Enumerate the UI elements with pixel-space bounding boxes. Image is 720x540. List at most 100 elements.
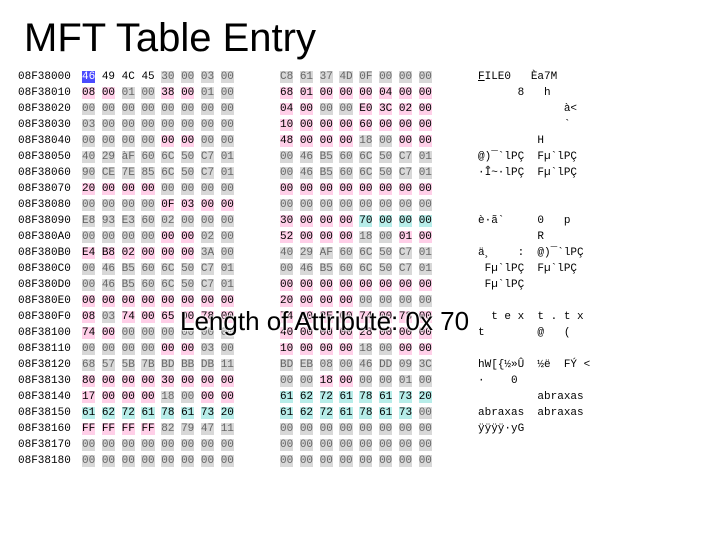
hex-bytes-right: 61 62 72 61 78 61 73 20 <box>280 389 464 405</box>
hex-bytes-left: 00 00 00 00 00 00 00 00 <box>82 453 266 469</box>
hex-ascii: à< <box>478 101 638 117</box>
hex-bytes-left: 68 57 5B 7B BD BB DB 11 <box>82 357 266 373</box>
hex-offset: 08F38020 <box>18 101 82 117</box>
hex-row: 08F3802000 00 00 00 00 00 00 00 04 00 00… <box>18 101 702 117</box>
hex-row: 08F3803003 00 00 00 00 00 00 00 10 00 00… <box>18 117 702 133</box>
hex-ascii <box>478 181 638 197</box>
hex-offset: 08F38010 <box>18 85 82 101</box>
hex-row: 08F380F008 03 74 00 65 00 78 00 74 00 2E… <box>18 309 702 325</box>
hex-bytes-left: 00 46 B5 60 6C 50 C7 01 <box>82 277 266 293</box>
hex-bytes-left: 61 62 72 61 78 61 73 20 <box>82 405 266 421</box>
hex-offset: 08F38180 <box>18 453 82 469</box>
hex-offset: 08F38140 <box>18 389 82 405</box>
hex-bytes-right: 00 00 00 00 00 00 00 00 <box>280 197 464 213</box>
hex-bytes-left: 00 00 00 00 00 00 00 00 <box>82 101 266 117</box>
hex-bytes-right: 00 00 00 00 00 00 00 00 <box>280 421 464 437</box>
hex-bytes-left: E8 93 E3 60 02 00 00 00 <box>82 213 266 229</box>
hex-row: 08F3810074 00 00 00 00 00 00 00 40 00 00… <box>18 325 702 341</box>
hex-row: 08F3808000 00 00 00 0F 03 00 00 00 00 00… <box>18 197 702 213</box>
hex-bytes-right: 48 00 00 00 18 00 00 00 <box>280 133 464 149</box>
hex-offset: 08F38100 <box>18 325 82 341</box>
hex-ascii: 8 h <box>478 85 638 101</box>
hex-row: 08F380B0E4 B8 02 00 00 00 3A 00 40 29 AF… <box>18 245 702 261</box>
hex-bytes-left: 74 00 00 00 00 00 00 00 <box>82 325 266 341</box>
hex-ascii <box>478 197 638 213</box>
hex-bytes-right: 40 00 00 00 28 00 00 00 <box>280 325 464 341</box>
hex-offset: 08F380C0 <box>18 261 82 277</box>
hex-ascii: t @ ( <box>478 325 638 341</box>
hex-ascii: Fµ`lPÇ <box>478 277 638 293</box>
hex-row: 08F38160FF FF FF FF 82 79 47 11 00 00 00… <box>18 421 702 437</box>
hex-offset: 08F38080 <box>18 197 82 213</box>
hex-row: 08F380D000 46 B5 60 6C 50 C7 01 00 00 00… <box>18 277 702 293</box>
hex-bytes-right: 74 00 2E 00 74 00 78 00 <box>280 309 464 325</box>
hex-bytes-right: 00 00 00 00 00 00 00 00 <box>280 277 464 293</box>
hex-ascii: · 0 <box>478 373 638 389</box>
hex-row: 08F3812068 57 5B 7B BD BB DB 11 BD EB 08… <box>18 357 702 373</box>
hex-offset: 08F38040 <box>18 133 82 149</box>
hex-ascii: ·Î~·lPÇ Fµ`lPÇ <box>478 165 638 181</box>
hex-bytes-right: 00 46 B5 60 6C 50 C7 01 <box>280 261 464 277</box>
hex-bytes-left: 00 00 00 00 0F 03 00 00 <box>82 197 266 213</box>
hex-bytes-left: 00 00 00 00 00 00 03 00 <box>82 341 266 357</box>
hex-ascii: FILE0 Èa7M <box>478 69 638 85</box>
hex-row: 08F3804000 00 00 00 00 00 00 00 48 00 00… <box>18 133 702 149</box>
hex-bytes-left: 46 49 4C 45 30 00 03 00 <box>82 69 266 85</box>
hex-ascii <box>478 341 638 357</box>
hex-ascii: ä¸ : @)¯`lPÇ <box>478 245 638 261</box>
hex-ascii: Fµ`lPÇ Fµ`lPÇ <box>478 261 638 277</box>
hex-bytes-left: 90 CE 7E 85 6C 50 C7 01 <box>82 165 266 181</box>
hex-bytes-right: 00 00 18 00 00 00 01 00 <box>280 373 464 389</box>
slide-title: MFT Table Entry <box>0 0 720 65</box>
hex-row: 08F3801008 00 01 00 38 00 01 00 68 01 00… <box>18 85 702 101</box>
hex-bytes-right: 04 00 00 00 E0 3C 02 00 <box>280 101 464 117</box>
hex-bytes-right: 61 62 72 61 78 61 73 00 <box>280 405 464 421</box>
hex-row: 08F3805040 29 àF 60 6C 50 C7 01 00 46 B5… <box>18 149 702 165</box>
hex-bytes-right: 30 00 00 00 70 00 00 00 <box>280 213 464 229</box>
hex-ascii <box>478 437 638 453</box>
hex-offset: 08F38150 <box>18 405 82 421</box>
hex-row: 08F380A000 00 00 00 00 00 02 00 52 00 00… <box>18 229 702 245</box>
hex-offset: 08F38030 <box>18 117 82 133</box>
hex-bytes-left: 03 00 00 00 00 00 00 00 <box>82 117 266 133</box>
hex-row: 08F3806090 CE 7E 85 6C 50 C7 01 00 46 B5… <box>18 165 702 181</box>
hex-offset: 08F380B0 <box>18 245 82 261</box>
hex-offset: 08F380A0 <box>18 229 82 245</box>
hex-bytes-right: 68 01 00 00 00 04 00 00 <box>280 85 464 101</box>
hex-bytes-left: 00 00 00 00 00 00 00 00 <box>82 133 266 149</box>
hex-bytes-left: 40 29 àF 60 6C 50 C7 01 <box>82 149 266 165</box>
hex-row: 08F3818000 00 00 00 00 00 00 00 00 00 00… <box>18 453 702 469</box>
hex-offset: 08F38090 <box>18 213 82 229</box>
hex-offset: 08F380E0 <box>18 293 82 309</box>
hex-ascii: ` <box>478 117 638 133</box>
hex-bytes-left: 08 03 74 00 65 00 78 00 <box>82 309 266 325</box>
hex-bytes-right: 00 46 B5 60 6C 50 C7 01 <box>280 149 464 165</box>
hex-offset: 08F380D0 <box>18 277 82 293</box>
hex-row: 08F3817000 00 00 00 00 00 00 00 00 00 00… <box>18 437 702 453</box>
slide: MFT Table Entry 08F3800046 49 4C 45 30 0… <box>0 0 720 540</box>
hex-row: 08F3813080 00 00 00 30 00 00 00 00 00 18… <box>18 373 702 389</box>
hex-ascii: R <box>478 229 638 245</box>
hex-offset: 08F38110 <box>18 341 82 357</box>
hex-bytes-right: 40 29 AF 60 6C 50 C7 01 <box>280 245 464 261</box>
hex-bytes-right: 52 00 00 00 18 00 01 00 <box>280 229 464 245</box>
hex-ascii: ÿÿÿÿ·yG <box>478 421 638 437</box>
hex-offset: 08F38070 <box>18 181 82 197</box>
hex-bytes-right: 00 00 00 00 00 00 00 00 <box>280 181 464 197</box>
hex-bytes-left: E4 B8 02 00 00 00 3A 00 <box>82 245 266 261</box>
hex-offset: 08F380F0 <box>18 309 82 325</box>
hex-ascii: @)¯`lPÇ Fµ`lPÇ <box>478 149 638 165</box>
hex-offset: 08F38000 <box>18 69 82 85</box>
hex-bytes-left: 80 00 00 00 30 00 00 00 <box>82 373 266 389</box>
hex-offset: 08F38060 <box>18 165 82 181</box>
hex-bytes-right: 10 00 00 00 18 00 00 00 <box>280 341 464 357</box>
hex-row: 08F3814017 00 00 00 18 00 00 00 61 62 72… <box>18 389 702 405</box>
hex-bytes-left: 00 00 00 00 00 00 02 00 <box>82 229 266 245</box>
hex-ascii: abraxas <box>478 389 638 405</box>
hex-ascii: abraxas abraxas <box>478 405 638 421</box>
hex-ascii <box>478 453 638 469</box>
hex-ascii: è·ã` 0 p <box>478 213 638 229</box>
hex-bytes-left: FF FF FF FF 82 79 47 11 <box>82 421 266 437</box>
hex-ascii <box>478 293 638 309</box>
hex-bytes-left: 20 00 00 00 00 00 00 00 <box>82 181 266 197</box>
